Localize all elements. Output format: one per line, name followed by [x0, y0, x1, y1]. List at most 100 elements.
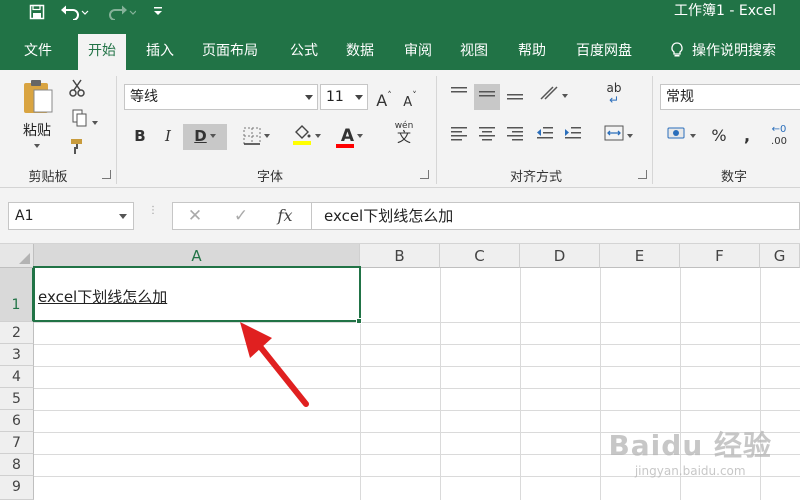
underline-glyph: D	[194, 127, 207, 145]
row-header-8[interactable]: 8	[0, 454, 34, 476]
orientation-button[interactable]	[534, 84, 572, 110]
wrap-arrow-icon: ↵	[608, 93, 620, 107]
borders-icon	[243, 127, 260, 145]
tab-formulas[interactable]: 公式	[280, 34, 328, 70]
row-header-5[interactable]: 5	[0, 388, 34, 410]
gridline	[520, 268, 521, 500]
font-color-letter: A	[340, 126, 355, 146]
annotation-arrow-icon	[240, 322, 309, 407]
redo-icon[interactable]	[104, 0, 138, 24]
font-color-button[interactable]: A	[332, 124, 372, 150]
decrease-font-size-icon[interactable]: A˅	[398, 84, 422, 110]
tell-me-search[interactable]: 操作说明搜索	[660, 34, 786, 70]
font-size-combo[interactable]: 11	[320, 84, 368, 110]
paste-label: 粘贴	[23, 123, 51, 139]
save-icon[interactable]	[26, 0, 48, 24]
row-header-2[interactable]: 2	[0, 322, 34, 344]
group-divider	[116, 76, 117, 184]
cut-icon[interactable]	[64, 76, 90, 102]
font-name-value: 等线	[130, 89, 158, 105]
column-header-b[interactable]: B	[360, 244, 440, 268]
undo-icon[interactable]	[58, 0, 92, 24]
increase-font-size-icon[interactable]: A˄	[372, 84, 396, 110]
ribbon-tabs: 文件 开始 插入 页面布局 公式 数据 审阅 视图 帮助 百度网盘 操作说明搜索	[0, 34, 800, 70]
row-header-9[interactable]: 9	[0, 476, 34, 500]
column-header-c[interactable]: C	[440, 244, 520, 268]
accounting-format-button[interactable]	[662, 124, 700, 150]
formula-bar: A1 ⋮ ✕ ✓ fx excel下划线怎么加	[0, 188, 800, 244]
middle-align-icon[interactable]	[474, 84, 500, 110]
font-color-dropdown-icon	[357, 134, 364, 138]
row-header-4[interactable]: 4	[0, 366, 34, 388]
tab-page-layout[interactable]: 页面布局	[192, 34, 268, 70]
select-all-button[interactable]	[0, 244, 34, 268]
column-header-f[interactable]: F	[680, 244, 760, 268]
phonetic-guide-button[interactable]: wén 文	[384, 120, 424, 146]
formula-bar-grip-icon[interactable]: ⋮	[148, 206, 158, 224]
font-color-swatch	[336, 144, 354, 148]
alignment-launcher-icon[interactable]	[638, 170, 647, 179]
name-box[interactable]: A1	[8, 202, 134, 230]
font-launcher-icon[interactable]	[420, 170, 429, 179]
tab-view[interactable]: 视图	[450, 34, 498, 70]
fill-color-button[interactable]	[286, 124, 326, 150]
column-header-a[interactable]: A	[34, 244, 360, 268]
underline-button[interactable]: D	[183, 124, 227, 150]
number-format-combo[interactable]: 常规	[660, 84, 800, 110]
merge-center-button[interactable]	[598, 124, 638, 150]
row-header-3[interactable]: 3	[0, 344, 34, 366]
bottom-align-icon[interactable]	[502, 84, 528, 110]
comma-style-button[interactable]: ,	[736, 124, 758, 150]
font-name-combo[interactable]: 等线	[124, 84, 318, 110]
tab-help[interactable]: 帮助	[508, 34, 556, 70]
fill-handle[interactable]	[356, 318, 362, 324]
column-header-g[interactable]: G	[760, 244, 800, 268]
top-align-icon[interactable]	[446, 84, 472, 110]
customize-quick-access-icon[interactable]	[150, 0, 166, 24]
column-header-d[interactable]: D	[520, 244, 600, 268]
borders-button[interactable]	[236, 124, 276, 150]
gridline	[440, 268, 441, 500]
merge-dropdown-icon	[626, 134, 633, 138]
fill-color-dropdown-icon	[314, 134, 321, 138]
copy-icon[interactable]	[64, 106, 104, 132]
gridline	[34, 322, 800, 323]
increase-decimal-icon[interactable]: ←0.00	[762, 124, 796, 150]
decrease-indent-icon[interactable]	[532, 124, 558, 150]
phonetic-char: 文	[397, 130, 411, 146]
column-header-e[interactable]: E	[600, 244, 680, 268]
align-center-icon[interactable]	[474, 124, 500, 150]
title-bar: 工作簿1 - Excel	[0, 0, 800, 34]
font-size-dropdown-icon	[355, 95, 363, 100]
wrap-text-button[interactable]: ab ↵	[600, 82, 628, 108]
italic-button[interactable]: I	[156, 124, 180, 150]
increase-indent-icon[interactable]	[560, 124, 586, 150]
align-left-icon[interactable]	[446, 124, 472, 150]
cancel-entry-icon[interactable]: ✕	[183, 203, 207, 229]
row-header-1[interactable]: 1	[0, 268, 34, 322]
clipboard-launcher-icon[interactable]	[102, 170, 111, 179]
percent-style-button[interactable]: %	[706, 124, 732, 150]
format-painter-icon[interactable]	[64, 134, 90, 160]
tab-home[interactable]: 开始	[78, 34, 126, 70]
insert-function-button[interactable]: fx	[273, 203, 297, 229]
merge-center-icon	[604, 125, 623, 141]
confirm-entry-icon[interactable]: ✓	[229, 203, 253, 229]
accounting-dropdown-icon	[689, 134, 696, 138]
row-header-6[interactable]: 6	[0, 410, 34, 432]
paste-button[interactable]: 粘贴	[14, 78, 60, 164]
row-header-7[interactable]: 7	[0, 432, 34, 454]
bold-button[interactable]: B	[128, 124, 152, 150]
ribbon: 粘贴 剪贴板 等线 11 A˄ A˅ B I D A wén 文 字体 ab↵	[0, 70, 800, 188]
tab-file[interactable]: 文件	[14, 34, 62, 70]
tab-review[interactable]: 审阅	[394, 34, 442, 70]
align-right-icon[interactable]	[502, 124, 528, 150]
watermark-url: jingyan.baidu.com	[634, 464, 746, 478]
gridline	[34, 410, 800, 411]
tab-data[interactable]: 数据	[336, 34, 384, 70]
tab-insert[interactable]: 插入	[136, 34, 184, 70]
formula-input[interactable]: excel下划线怎么加	[312, 202, 800, 230]
tab-baidu-netdisk[interactable]: 百度网盘	[566, 34, 642, 70]
watermark-logo: Baidu 经验	[608, 429, 772, 462]
currency-icon	[667, 127, 684, 139]
